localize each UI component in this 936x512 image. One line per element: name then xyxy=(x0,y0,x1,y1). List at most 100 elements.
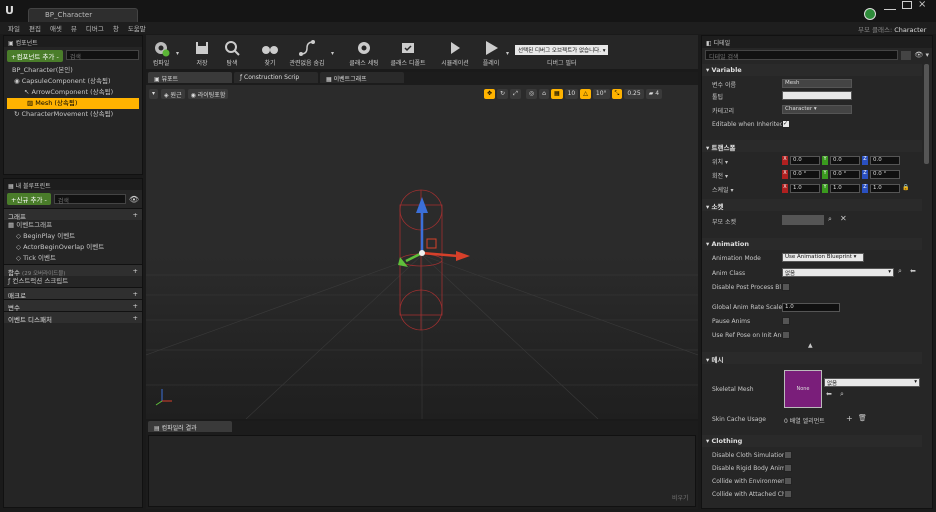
hidden-dropdown-icon[interactable]: ▾ xyxy=(331,50,334,57)
variable-name-field[interactable]: Mesh xyxy=(782,79,852,88)
tab-construction[interactable]: ƒ Construction Scrip xyxy=(234,72,318,83)
play-button[interactable]: 플레이 xyxy=(476,39,506,67)
ref-pose-checkbox[interactable] xyxy=(782,331,790,339)
location-y[interactable]: 0.0 xyxy=(830,156,860,165)
section-mesh[interactable]: ▾ 메시 xyxy=(702,352,922,364)
clear-button[interactable]: 비우기 xyxy=(672,493,689,502)
scale-y[interactable]: 1.0 xyxy=(830,184,860,193)
menu-item[interactable]: 도움말 xyxy=(128,23,146,33)
anim-class-select[interactable]: 없음 ▾ xyxy=(782,268,894,277)
grid-snap-value[interactable]: 10 xyxy=(564,89,579,99)
scale-x[interactable]: 1.0 xyxy=(790,184,820,193)
lit-button[interactable]: ◉ 라이팅포함 xyxy=(187,89,229,99)
tree-root[interactable]: BP_Character(본인) xyxy=(4,65,142,76)
components-search-input[interactable]: 검색 xyxy=(65,50,139,61)
clothing-checkbox[interactable] xyxy=(784,464,792,472)
surface-snap-icon[interactable]: ⌂ xyxy=(539,89,549,99)
document-tab[interactable]: BP_Character xyxy=(28,8,138,22)
eye-icon[interactable]: 👁 ▾ xyxy=(914,51,929,59)
debug-object-select[interactable]: 선택된 디버그 오브젝트가 없습니다. ▾ xyxy=(515,45,609,55)
add-element-icon[interactable]: + xyxy=(846,414,853,423)
tree-item-eventgraph[interactable]: ▦ 이벤트그래프 xyxy=(4,220,142,231)
category-select[interactable]: Character ▾ xyxy=(782,105,852,114)
viewport-options-button[interactable]: ▾ xyxy=(149,89,159,99)
scale-z[interactable]: 1.0 xyxy=(870,184,900,193)
clothing-checkbox[interactable] xyxy=(784,451,792,459)
add-macro-icon[interactable]: + xyxy=(133,290,138,298)
add-new-button[interactable]: +신규 추가 - xyxy=(7,193,51,205)
menu-item[interactable]: 뷰 xyxy=(71,23,77,33)
section-clothing[interactable]: ▾ Clothing xyxy=(702,435,922,447)
menu-item[interactable]: 애셋 xyxy=(50,23,62,33)
rotation-x[interactable]: 0.0 ° xyxy=(790,170,820,179)
menu-item[interactable]: 편집 xyxy=(29,23,41,33)
class-defaults-button[interactable]: 클래스 디폴트 xyxy=(386,39,430,67)
location-label[interactable]: 위치 ▾ xyxy=(712,157,728,166)
save-button[interactable]: 저장 xyxy=(187,39,217,67)
event-tick[interactable]: ◇ Tick 이벤트 xyxy=(4,253,142,264)
viewport[interactable]: ▾ ◈ 원근 ◉ 라이팅포함 ✥ ↻ ⤢ ◎ ⌂ ▦ 10 △ 10° ⤡ 0.… xyxy=(146,85,698,419)
tree-item-construction[interactable]: ƒ 컨스트럭션 스크립트 xyxy=(4,276,142,287)
collapse-advanced-icon[interactable]: ▲ xyxy=(808,342,813,349)
use-selected-icon[interactable]: ⬅ xyxy=(826,390,832,398)
anim-mode-select[interactable]: Use Animation Blueprint ▾ xyxy=(782,253,864,262)
details-search-input[interactable]: 디테일 검색 xyxy=(705,50,899,61)
section-socket[interactable]: ▾ 소켓 xyxy=(702,199,922,211)
scale-snap-value[interactable]: 0.25 xyxy=(624,89,644,99)
search-icon[interactable]: ⌕ xyxy=(898,267,902,276)
rotation-y[interactable]: 0.0 ° xyxy=(830,170,860,179)
location-z[interactable]: 0.0 xyxy=(870,156,900,165)
scale-tool-icon[interactable]: ⤢ xyxy=(510,89,521,99)
section-variable[interactable]: ▾ Variable xyxy=(702,64,922,76)
search-icon[interactable]: ⌕ xyxy=(828,215,832,224)
section-dispatchers[interactable]: 이벤트 디스패처 + xyxy=(4,311,142,324)
translate-tool-icon[interactable]: ✥ xyxy=(484,89,496,99)
section-variables[interactable]: 변수 + xyxy=(4,299,142,312)
rotation-z[interactable]: 0.0 ° xyxy=(870,170,900,179)
world-local-icon[interactable]: ◎ xyxy=(525,89,538,99)
editable-checkbox[interactable]: ✓ xyxy=(782,120,790,128)
event-overlap[interactable]: ◇ ActorBeginOverlap 이벤트 xyxy=(4,242,142,253)
view-options-icon[interactable] xyxy=(901,50,912,60)
add-component-button[interactable]: +컴포넌트 추가 - xyxy=(7,50,63,62)
details-tab[interactable]: ◧ 디테일 xyxy=(702,36,932,48)
menu-item[interactable]: 디버그 xyxy=(86,23,104,33)
section-transform[interactable]: ▾ 트랜스폼 xyxy=(702,140,922,152)
clothing-checkbox[interactable] xyxy=(784,490,792,498)
components-tab[interactable]: ▣ 컴포넌트 xyxy=(4,36,142,47)
anim-rate-field[interactable]: 1.0 xyxy=(782,303,840,312)
play-dropdown-icon[interactable]: ▾ xyxy=(506,50,509,57)
add-function-icon[interactable]: + xyxy=(133,267,138,275)
tab-eventgraph[interactable]: ▦ 이벤트그래프 xyxy=(320,72,404,83)
section-functions[interactable]: 함수 (29 오버라이드블) + xyxy=(4,264,142,277)
use-selected-icon[interactable]: ⬅ xyxy=(910,267,916,275)
tree-item-capsule[interactable]: ◉ CapsuleComponent (상속됨) xyxy=(4,76,142,87)
tree-item-movement[interactable]: ↻ CharacterMovement (상속됨) xyxy=(4,109,142,120)
tooltip-field[interactable] xyxy=(782,91,852,100)
source-control-icon[interactable] xyxy=(864,8,876,20)
close-button[interactable]: × xyxy=(918,0,926,10)
tree-item-mesh[interactable]: ▨ Mesh (상속됨) xyxy=(7,98,139,109)
grid-snap-icon[interactable]: ▦ xyxy=(550,89,563,99)
disable-post-checkbox[interactable] xyxy=(782,283,790,291)
clothing-checkbox[interactable] xyxy=(784,477,792,485)
scale-label[interactable]: 스케일 ▾ xyxy=(712,185,733,194)
my-blueprint-tab[interactable]: ▦ 내 블루프린트 xyxy=(4,179,142,190)
browse-button[interactable]: 탐색 xyxy=(217,39,247,67)
blueprint-search-input[interactable]: 검색 xyxy=(53,194,126,205)
maximize-button[interactable] xyxy=(902,1,912,9)
hide-unrelated-button[interactable]: 관련없음 숨김 xyxy=(285,39,329,67)
parent-socket-field[interactable] xyxy=(782,215,824,225)
rotate-tool-icon[interactable]: ↻ xyxy=(497,89,509,99)
eye-icon[interactable]: 👁 xyxy=(129,195,139,204)
compile-button[interactable]: 컴파일 xyxy=(146,39,176,67)
section-animation[interactable]: ▾ Animation xyxy=(702,238,922,250)
scale-snap-icon[interactable]: ⤡ xyxy=(611,89,623,99)
add-variable-icon[interactable]: + xyxy=(133,302,138,310)
add-dispatcher-icon[interactable]: + xyxy=(133,314,138,322)
section-macros[interactable]: 매크로 + xyxy=(4,287,142,300)
menu-item[interactable]: 창 xyxy=(113,23,119,33)
tab-viewport[interactable]: ▣ 뷰포트 xyxy=(148,72,232,83)
class-settings-button[interactable]: 클래스 세팅 xyxy=(342,39,386,67)
tab-compiler-results[interactable]: ▤ 컴파일러 결과 xyxy=(148,421,232,432)
